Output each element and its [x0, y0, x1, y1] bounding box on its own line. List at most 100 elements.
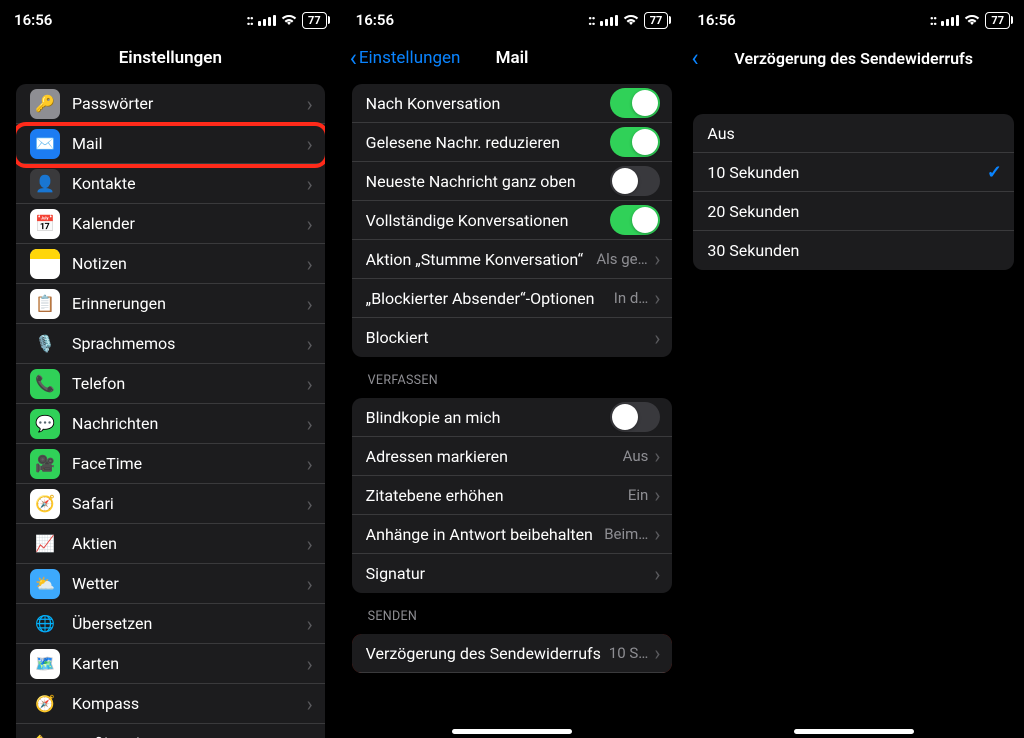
settings-row-calendar[interactable]: 📅Kalender› [16, 204, 325, 244]
option-off[interactable]: Aus [693, 114, 1014, 153]
status-time: 16:56 [697, 11, 735, 29]
facetime-icon: 🎥 [30, 449, 60, 479]
stocks-icon: 📈 [30, 529, 60, 559]
settings-row-reminders[interactable]: 📋Erinnerungen› [16, 284, 325, 324]
back-button[interactable]: ‹Einstellungen [350, 46, 461, 70]
option-20s[interactable]: 20 Sekunden [693, 192, 1014, 231]
settings-row-compass[interactable]: 🧭Kompass› [16, 684, 325, 724]
row-bcc-self[interactable]: Blindkopie an mich [352, 398, 673, 437]
row-newest-top[interactable]: Neueste Nachricht ganz oben [352, 162, 673, 201]
option-10s[interactable]: 10 Sekunden✓ [693, 153, 1014, 192]
chevron-right-icon: › [307, 252, 313, 276]
home-indicator[interactable] [794, 729, 914, 734]
settings-row-stocks[interactable]: 📈Aktien› [16, 524, 325, 564]
chevron-right-icon: › [654, 286, 660, 310]
chevron-right-icon: › [654, 444, 660, 468]
chevron-right-icon: › [307, 692, 313, 716]
chevron-right-icon: › [307, 172, 313, 196]
option-30s[interactable]: 30 Sekunden [693, 231, 1014, 270]
wifi-icon [964, 14, 980, 26]
safari-icon: 🧭 [30, 489, 60, 519]
toggle[interactable] [610, 127, 660, 157]
maps-icon: 🗺️ [30, 649, 60, 679]
chevron-right-icon: › [307, 612, 313, 636]
notes-icon [30, 249, 60, 279]
settings-row-weather[interactable]: ⛅Wetter› [16, 564, 325, 604]
mail-icon: ✉️ [30, 129, 60, 159]
row-mark-addresses[interactable]: Adressen markierenAus› [352, 437, 673, 476]
phone-icon: 📞 [30, 369, 60, 399]
contacts-icon: 👤 [30, 169, 60, 199]
status-bar: 16:56 :: 77 [683, 0, 1024, 36]
chevron-right-icon: › [307, 732, 313, 738]
chevron-right-icon: › [307, 372, 313, 396]
status-time: 16:56 [14, 11, 52, 29]
status-bar: 16:56 :: 77 [342, 0, 683, 36]
group-header-send: SENDEN [352, 609, 673, 630]
settings-row-messages[interactable]: 💬Nachrichten› [16, 404, 325, 444]
settings-row-maps[interactable]: 🗺️Karten› [16, 644, 325, 684]
page-title: Verzögerung des Sendewiderrufs [734, 49, 973, 68]
chevron-right-icon: › [307, 532, 313, 556]
settings-row-translate[interactable]: 🌐Übersetzen› [16, 604, 325, 644]
toggle[interactable] [610, 205, 660, 235]
checkmark-icon: ✓ [987, 162, 1002, 183]
settings-row-passwords[interactable]: 🔑Passwörter› [16, 84, 325, 124]
row-mute-action[interactable]: Aktion „Stumme Konversation“Als gel…› [352, 240, 673, 279]
chevron-right-icon: › [307, 412, 313, 436]
row-keep-attachments[interactable]: Anhänge in Antwort beibehaltenBeim…› [352, 515, 673, 554]
chevron-right-icon: › [307, 212, 313, 236]
settings-row-contacts[interactable]: 👤Kontakte› [16, 164, 325, 204]
back-button[interactable]: ‹ [691, 46, 698, 70]
cellular-signal-icon [941, 15, 959, 26]
voice-memos-icon: 🎙️ [30, 329, 60, 359]
settings-row-notes[interactable]: Notizen› [16, 244, 325, 284]
chevron-right-icon: › [307, 132, 313, 156]
chevron-right-icon: › [307, 452, 313, 476]
settings-row-mail[interactable]: ✉️Mail› [16, 124, 325, 164]
settings-row-facetime[interactable]: 🎥FaceTime› [16, 444, 325, 484]
battery-icon: 77 [985, 12, 1010, 29]
translate-icon: 🌐 [30, 609, 60, 639]
measure-icon: 📏 [30, 729, 60, 738]
compass-icon: 🧭 [30, 689, 60, 719]
group-header-compose: VERFASSEN [352, 373, 673, 394]
toggle[interactable] [610, 402, 660, 432]
cellular-signal-icon [258, 15, 276, 26]
row-blocked-sender-options[interactable]: „Blockierter Absender“-OptionenIn d…› [352, 279, 673, 318]
chevron-right-icon: › [307, 572, 313, 596]
chevron-right-icon: › [307, 332, 313, 356]
messages-icon: 💬 [30, 409, 60, 439]
row-collapse-read[interactable]: Gelesene Nachr. reduzieren [352, 123, 673, 162]
chevron-right-icon: › [654, 522, 660, 546]
nav-header: ‹Einstellungen Mail [342, 36, 683, 80]
chevron-left-icon: ‹ [350, 46, 357, 70]
toggle[interactable] [610, 166, 660, 196]
cellular-signal-icon [600, 15, 618, 26]
home-indicator[interactable] [452, 729, 572, 734]
settings-row-phone[interactable]: 📞Telefon› [16, 364, 325, 404]
row-undo-send-delay[interactable]: Verzögerung des Sendewiderrufs10 S…› [352, 634, 673, 673]
toggle[interactable] [610, 88, 660, 118]
row-blocked[interactable]: Blockiert› [352, 318, 673, 357]
chevron-right-icon: › [654, 247, 660, 271]
row-increase-quote[interactable]: Zitatebene erhöhenEin› [352, 476, 673, 515]
settings-row-safari[interactable]: 🧭Safari› [16, 484, 325, 524]
page-title: Einstellungen [119, 48, 222, 68]
chevron-right-icon: › [654, 326, 660, 350]
nav-header: ‹ Verzögerung des Sendewiderrufs [683, 36, 1024, 80]
row-signature[interactable]: Signatur› [352, 554, 673, 593]
chevron-right-icon: › [654, 483, 660, 507]
battery-icon: 77 [644, 12, 669, 29]
nav-header: Einstellungen [0, 36, 341, 80]
chevron-left-icon: ‹ [691, 46, 698, 70]
row-complete-threads[interactable]: Vollständige Konversationen [352, 201, 673, 240]
chevron-right-icon: › [307, 492, 313, 516]
chevron-right-icon: › [307, 92, 313, 116]
row-thread-by-conversation[interactable]: Nach Konversation [352, 84, 673, 123]
calendar-icon: 📅 [30, 209, 60, 239]
settings-row-measure[interactable]: 📏Maßband› [16, 724, 325, 738]
status-time: 16:56 [356, 11, 394, 29]
settings-row-voicememos[interactable]: 🎙️Sprachmemos› [16, 324, 325, 364]
wifi-icon [281, 14, 297, 26]
